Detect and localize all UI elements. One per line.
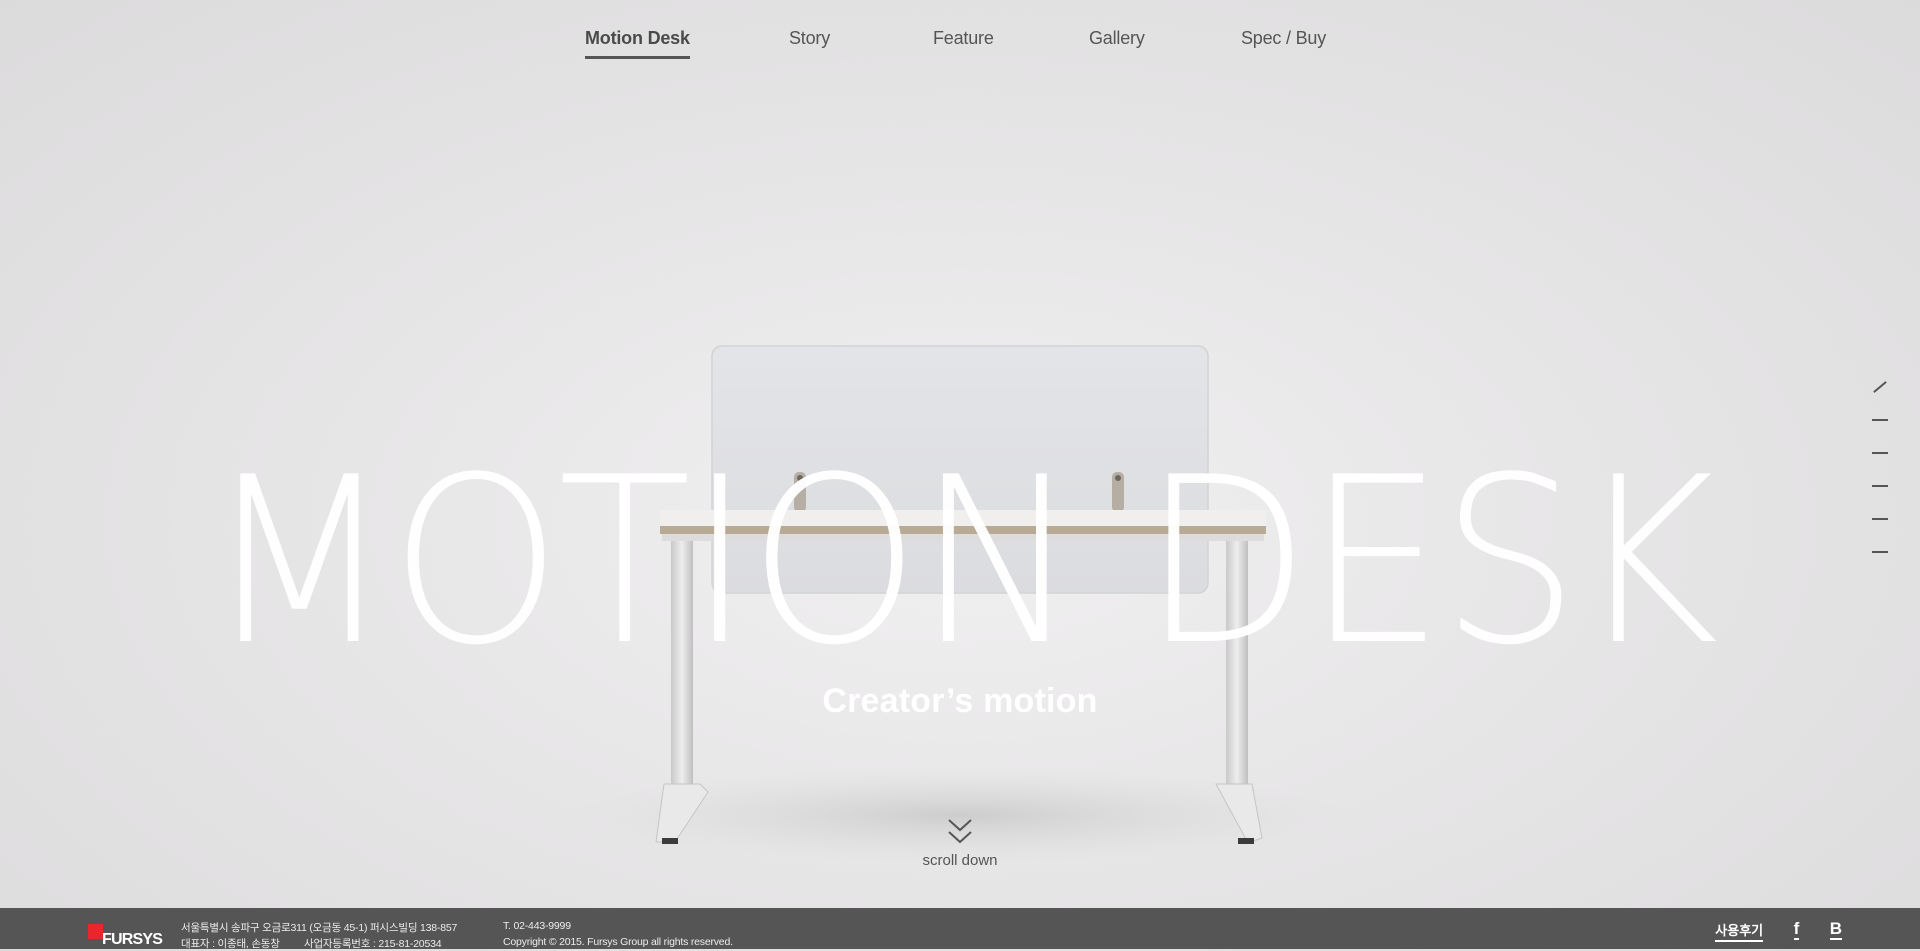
logo-text: FURSYS	[102, 931, 163, 948]
hero-subtitle: Creator’s motion	[822, 682, 1098, 720]
scroll-down-button[interactable]: scroll down	[900, 818, 1020, 869]
review-link[interactable]: 사용후기	[1715, 920, 1764, 942]
double-chevron-down-icon	[900, 818, 1020, 846]
footer-phone: T. 02-443-9999	[503, 920, 571, 932]
footer-copyright: Copyright © 2015. Fursys Group all right…	[503, 936, 733, 948]
blog-icon[interactable]: B	[1829, 920, 1842, 940]
section-indicator	[1870, 381, 1894, 584]
logo-mark-icon	[88, 924, 103, 939]
section-indicator-item[interactable]	[1872, 551, 1888, 553]
section-indicator-item[interactable]	[1872, 518, 1888, 520]
footer: FURSYS 서울특별시 송파구 오금로311 (오금동 45-1) 퍼시스빌딩…	[0, 908, 1920, 950]
section-indicator-item[interactable]	[1872, 452, 1888, 454]
hero-title: MOTION DESK	[205, 429, 1719, 696]
facebook-icon[interactable]: f	[1793, 920, 1800, 940]
section-indicator-item[interactable]	[1872, 485, 1888, 487]
footer-links: 사용후기 f B	[1689, 920, 1842, 944]
footer-address: 서울특별시 송파구 오금로311 (오금동 45-1) 퍼시스빌딩 138-85…	[181, 922, 458, 934]
section-indicator-item[interactable]	[1872, 419, 1888, 421]
scroll-down-label: scroll down	[922, 852, 998, 869]
